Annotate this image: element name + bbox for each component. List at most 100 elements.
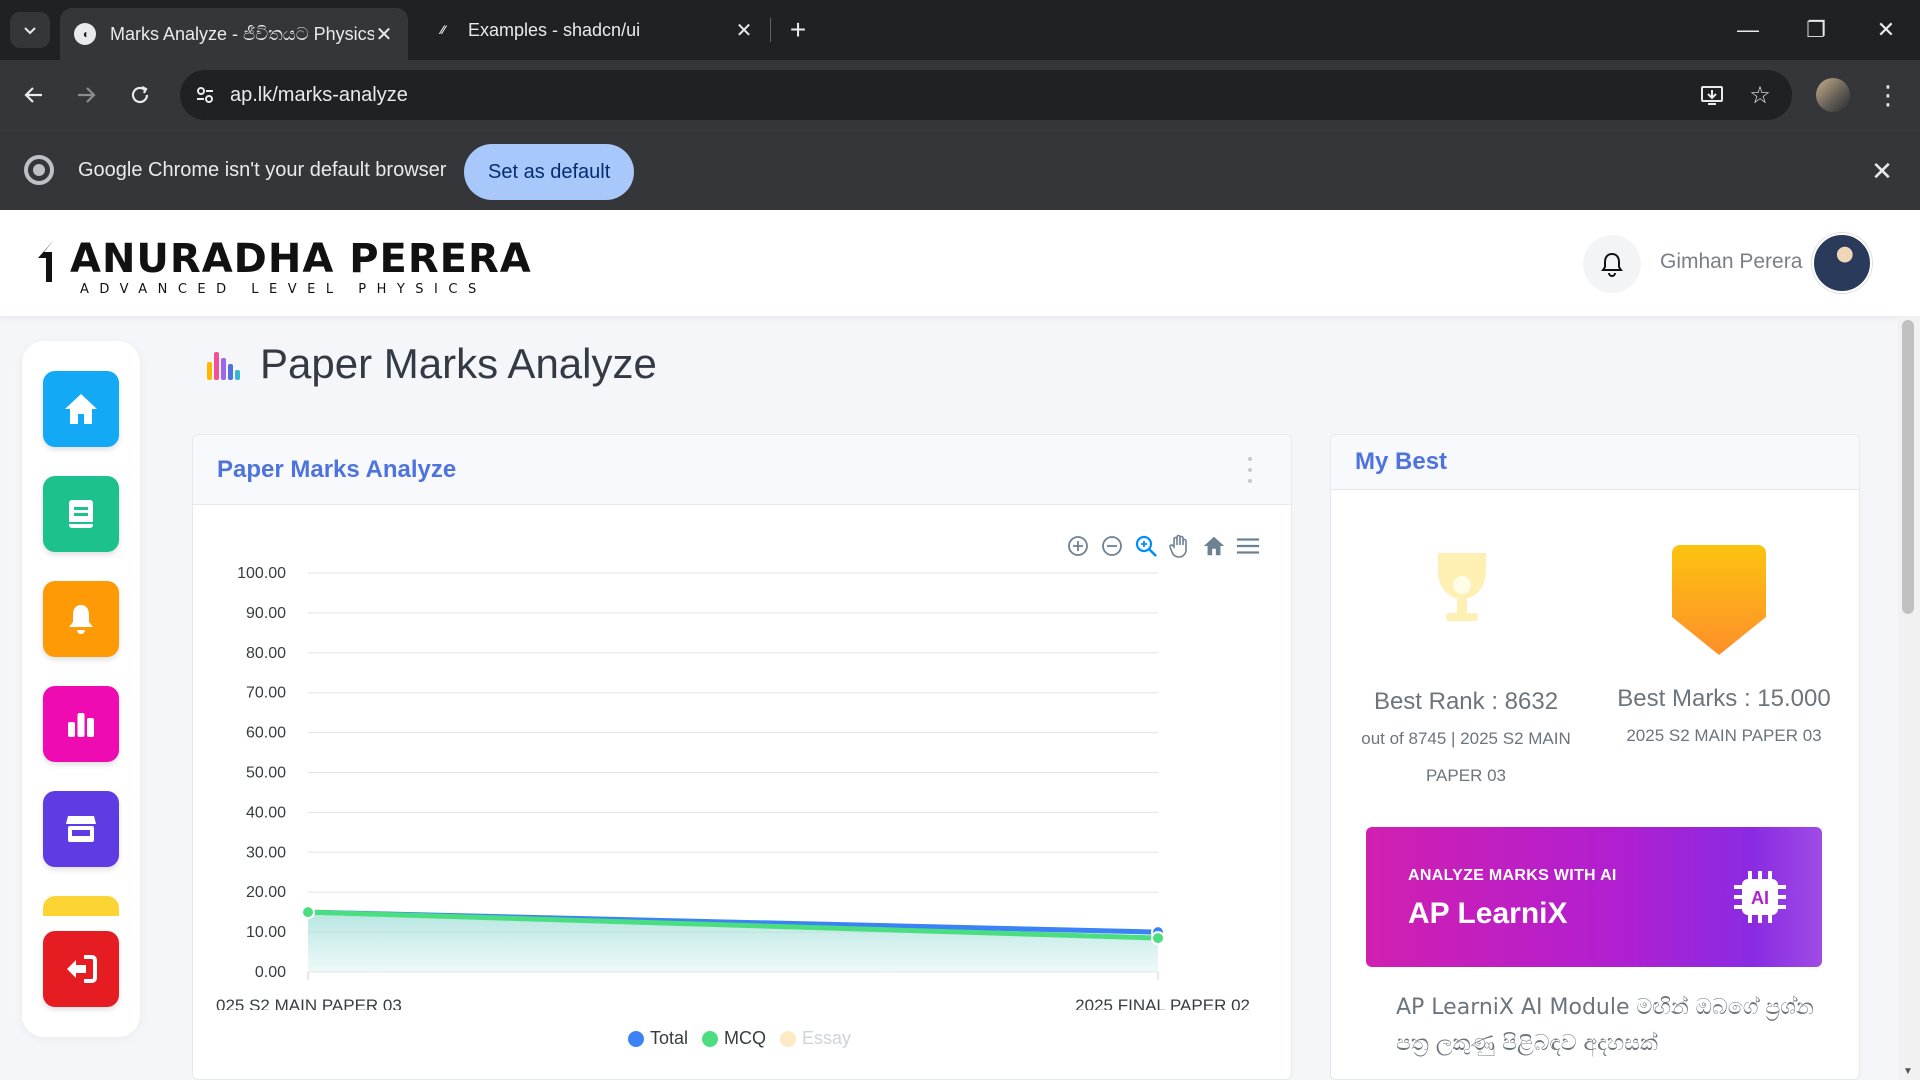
logo-tagline: ADVANCED LEVEL PHYSICS: [80, 282, 487, 297]
ai-banner-kicker: ANALYZE MARKS WITH AI: [1408, 867, 1617, 884]
card-header: My Best: [1331, 435, 1859, 490]
best-rank-label: Best Rank : 8632: [1373, 688, 1559, 715]
page-scrollbar[interactable]: ▼: [1898, 316, 1920, 1080]
site-settings-icon[interactable]: [180, 70, 230, 120]
y-tick-label: 10.00: [246, 924, 286, 941]
arrow-left-icon: [24, 87, 42, 103]
sidebar-item-notifications[interactable]: [43, 581, 119, 657]
legend-label: Total: [650, 1028, 689, 1048]
legend-item-total[interactable]: Total: [628, 1028, 688, 1049]
browser-toolbar: ap.lk/marks-analyze ☆ ⋮: [0, 60, 1920, 130]
card-title: Paper Marks Analyze: [217, 455, 457, 483]
sidebar-item-store[interactable]: [43, 791, 119, 867]
chrome-menu-icon[interactable]: ⋮: [1868, 75, 1908, 115]
tab-shadcn-examples[interactable]: ⁄⁄ Examples - shadcn/ui ✕: [418, 8, 768, 52]
trophy-icon: [1438, 553, 1486, 621]
card-menu-icon[interactable]: [1245, 457, 1255, 483]
chrome-logo-icon: [24, 155, 54, 185]
best-rank-sub-2: PAPER 03: [1425, 766, 1506, 785]
ai-chip-icon: AI: [1734, 871, 1786, 923]
y-tick-label: 40.00: [246, 804, 286, 821]
data-point-mcq: [301, 905, 315, 920]
site-favicon-icon: ◖: [74, 23, 96, 45]
colorful-bars-icon: [207, 352, 240, 380]
x-tick-label: 025 S2 MAIN PAPER 03: [216, 996, 402, 1010]
best-marks-block: Best Marks : 15.000 2025 S2 MAIN PAPER 0…: [1604, 685, 1844, 754]
sidebar-item-logout[interactable]: [43, 931, 119, 1007]
user-name[interactable]: Gimhan Perera: [1660, 250, 1802, 274]
store-icon: [66, 816, 96, 842]
logo-mark-icon: [38, 240, 54, 282]
legend-dot: [628, 1030, 644, 1047]
new-tab-button[interactable]: +: [782, 14, 814, 46]
x-tick-label: 2025 FINAL PAPER 02: [1075, 996, 1250, 1010]
tab-title: Examples - shadcn/ui: [468, 19, 641, 40]
close-tab-icon[interactable]: ✕: [734, 20, 754, 42]
sidebar-item-home[interactable]: [43, 371, 119, 447]
arrow-right-icon: [78, 87, 96, 103]
forward-button[interactable]: [66, 75, 106, 115]
shadcn-favicon-icon: ⁄⁄: [432, 19, 454, 41]
minimize-button[interactable]: —: [1726, 10, 1770, 50]
logo-brand-text: ANURADHA PERERA: [70, 236, 532, 282]
bookmark-star-icon[interactable]: ☆: [1736, 70, 1784, 120]
y-tick-label: 0.00: [255, 964, 286, 981]
legend-item-essay[interactable]: Essay: [780, 1028, 851, 1049]
reload-icon: [131, 86, 149, 104]
data-point-mcq: [1151, 931, 1165, 946]
badge-shield-icon: [1672, 545, 1766, 655]
legend-label: Essay: [802, 1028, 852, 1048]
close-infobar-icon[interactable]: ✕: [1864, 153, 1900, 189]
legend-label: MCQ: [724, 1028, 767, 1048]
install-app-icon[interactable]: [1688, 70, 1736, 120]
card-header: Paper Marks Analyze: [193, 435, 1291, 505]
reload-button[interactable]: [120, 75, 160, 115]
svg-text:AI: AI: [1751, 888, 1769, 908]
tab-marks-analyze[interactable]: ◖ Marks Analyze - ජීවිතයට Physics ✕: [60, 8, 408, 60]
y-tick-label: 90.00: [246, 605, 286, 622]
close-tab-icon[interactable]: ✕: [374, 24, 394, 46]
set-as-default-button[interactable]: Set as default: [464, 144, 635, 200]
legend-item-mcq[interactable]: MCQ: [702, 1028, 766, 1049]
card-title: My Best: [1355, 448, 1448, 475]
tab-title: Marks Analyze - ජීවිතයට Physics: [110, 23, 374, 44]
chevron-down-icon: [24, 27, 36, 35]
legend-dot: [780, 1030, 797, 1047]
legend-dot: [702, 1030, 719, 1047]
notification-button[interactable]: [1583, 235, 1641, 293]
ai-description: AP LearniX AI Module මඟින් ඔබගේ ප්‍රශ්න …: [1396, 995, 1814, 1056]
close-window-button[interactable]: ✕: [1864, 10, 1908, 50]
y-tick-label: 50.00: [246, 765, 286, 782]
user-avatar[interactable]: [1812, 233, 1872, 293]
scrollbar-thumb[interactable]: [1902, 320, 1914, 614]
address-bar[interactable]: ap.lk/marks-analyze ☆: [180, 70, 1792, 120]
bar-chart-icon: [68, 713, 94, 737]
bell-icon: [1601, 252, 1623, 277]
y-tick-label: 70.00: [246, 685, 286, 702]
y-tick-label: 80.00: [246, 645, 286, 662]
bell-icon: [69, 605, 93, 634]
home-icon: [65, 394, 97, 424]
profile-avatar[interactable]: [1816, 78, 1850, 112]
restore-button[interactable]: ❐: [1794, 10, 1838, 50]
ai-learnix-banner[interactable]: ANALYZE MARKS WITH AI AP LearniX AI: [1366, 827, 1822, 967]
best-marks-sub: 2025 S2 MAIN PAPER 03: [1626, 726, 1822, 745]
default-browser-infobar: Google Chrome isn't your default browser…: [0, 130, 1920, 210]
best-marks-label: Best Marks : 15.000: [1617, 685, 1831, 712]
sidebar-item-analytics[interactable]: [43, 686, 119, 762]
best-rank-sub-1: out of 8745 | 2025 S2 MAIN: [1361, 729, 1571, 748]
y-tick-label: 30.00: [246, 844, 286, 861]
infobar-message: Google Chrome isn't your default browser: [78, 159, 447, 181]
sidebar: [22, 341, 140, 1037]
book-icon: [69, 500, 93, 528]
ai-banner-title: AP LearniX: [1408, 897, 1568, 930]
scroll-down-arrow-icon[interactable]: ▼: [1902, 1066, 1914, 1078]
y-tick-label: 100.00: [237, 565, 286, 582]
back-button[interactable]: [14, 75, 54, 115]
tab-search-button[interactable]: [10, 12, 50, 48]
logout-icon: [67, 955, 97, 983]
sidebar-item-partial[interactable]: [43, 896, 119, 916]
y-tick-label: 60.00: [246, 725, 286, 742]
chart-legend: Total MCQ Essay: [628, 1028, 851, 1049]
sidebar-item-books[interactable]: [43, 476, 119, 552]
